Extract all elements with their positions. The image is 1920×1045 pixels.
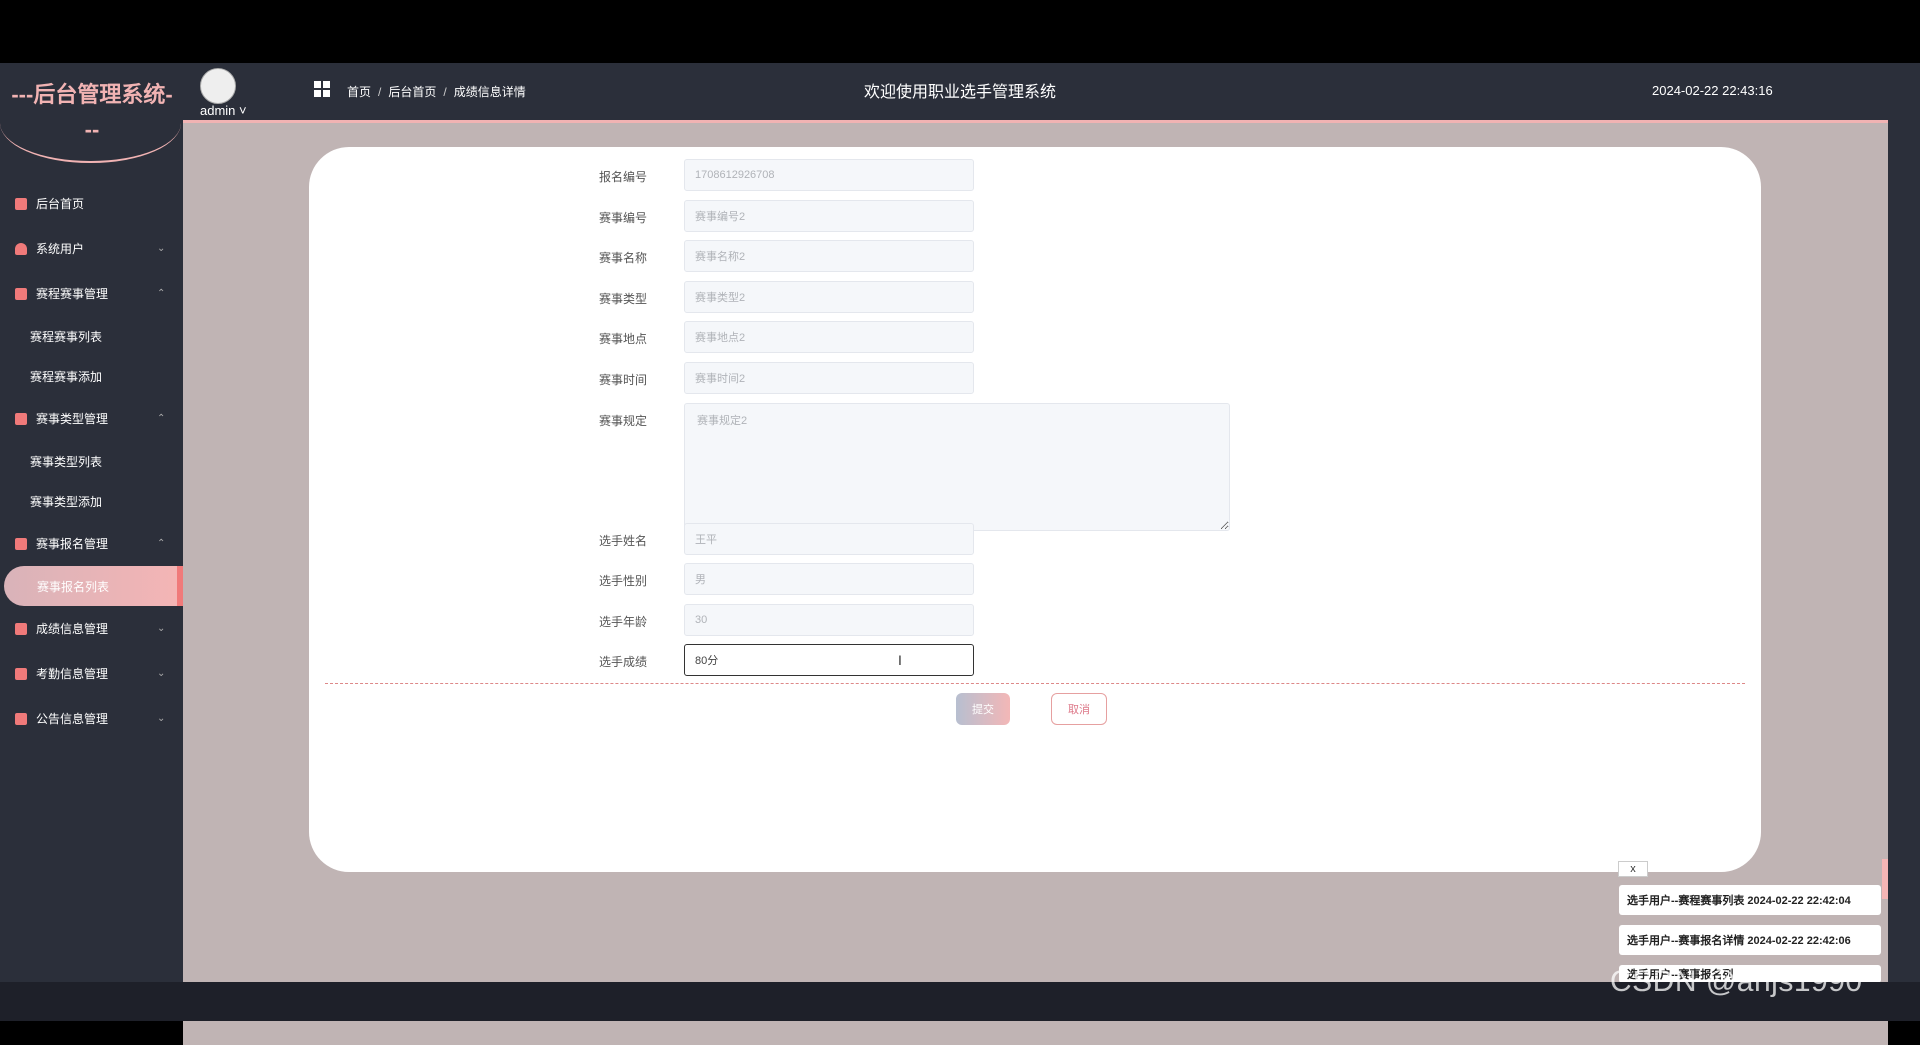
chart-icon <box>15 622 27 635</box>
event-time-input[interactable] <box>684 362 974 394</box>
sidebar-item-label: 系统用户 <box>36 242 85 256</box>
logo-text: ---后台管理系统--- <box>11 82 173 142</box>
registration-id-input[interactable] <box>684 159 974 191</box>
field-label: 赛事名称 <box>598 251 647 265</box>
field-player-score: 选手成绩 <box>309 644 1761 676</box>
sidebar-subitem-type-list[interactable]: 赛事类型列表 <box>0 441 183 481</box>
watermark: CSDN @ahjs1990 <box>1610 965 1863 998</box>
player-score-input[interactable] <box>684 644 974 676</box>
field-label: 选手成绩 <box>598 655 647 669</box>
player-name-input[interactable] <box>684 523 974 555</box>
player-gender-input[interactable] <box>684 563 974 595</box>
sidebar-item-registration[interactable]: 赛事报名管理 ⌃ <box>0 521 183 566</box>
field-label: 赛事类型 <box>598 292 647 306</box>
sidebar-menu: 后台首页 系统用户 ⌄ 赛程赛事管理 ⌃ 赛程赛事列表 赛程赛事添加 赛事类型管… <box>0 181 183 741</box>
detail-form-card: 报名编号 赛事编号 赛事名称 赛事类型 赛事地点 赛事时间 <box>309 147 1761 872</box>
field-event-rules: 赛事规定 赛事规定2 <box>309 403 1761 531</box>
chevron-up-icon: ⌃ <box>157 288 166 299</box>
sidebar-item-label: 后台首页 <box>36 197 85 211</box>
sidebar-item-system-users[interactable]: 系统用户 ⌄ <box>0 226 183 271</box>
player-age-input[interactable] <box>684 604 974 636</box>
event-location-input[interactable] <box>684 321 974 353</box>
breadcrumb-current: 成绩信息详情 <box>453 85 526 99</box>
event-id-input[interactable] <box>684 200 974 232</box>
sidebar-subitem-type-add[interactable]: 赛事类型添加 <box>0 481 183 521</box>
field-player-age: 选手年龄 <box>309 604 1761 636</box>
sidebar-subitem-schedule-add[interactable]: 赛程赛事添加 <box>0 356 183 396</box>
sidebar-item-scores[interactable]: 成绩信息管理 ⌄ <box>0 606 183 651</box>
field-label: 赛事规定 <box>598 414 647 428</box>
breadcrumb-dashboard[interactable]: 后台首页 <box>388 85 436 99</box>
field-player-name: 选手姓名 <box>309 523 1761 555</box>
sidebar-item-schedule[interactable]: 赛程赛事管理 ⌃ <box>0 271 183 316</box>
notification-scroll-edge <box>1882 859 1888 899</box>
user-icon <box>15 242 27 255</box>
event-type-input[interactable] <box>684 281 974 313</box>
user-menu[interactable]: admin ˅ <box>200 103 247 118</box>
chart-icon <box>15 667 27 680</box>
form-divider <box>325 683 1745 684</box>
notification-item[interactable]: 选手用户--赛事报名详情 2024-02-22 22:42:06 <box>1619 925 1881 955</box>
sidebar-item-home[interactable]: 后台首页 <box>0 181 183 226</box>
notification-close-button[interactable]: x <box>1618 861 1648 877</box>
event-name-input[interactable] <box>684 240 974 272</box>
cancel-button[interactable]: 取消 <box>1051 693 1107 725</box>
sidebar-item-label: 赛程赛事管理 <box>36 287 109 301</box>
breadcrumb-home[interactable]: 首页 <box>347 85 371 99</box>
field-registration-id: 报名编号 <box>309 159 1761 191</box>
chart-icon <box>15 287 27 300</box>
chevron-down-icon: ˅ <box>235 103 247 118</box>
field-event-type: 赛事类型 <box>309 281 1761 313</box>
event-rules-textarea[interactable]: 赛事规定2 <box>684 403 1230 531</box>
sidebar-subitem-schedule-list[interactable]: 赛程赛事列表 <box>0 316 183 356</box>
chevron-down-icon: ⌄ <box>157 243 166 254</box>
chevron-up-icon: ⌃ <box>157 538 166 549</box>
sidebar-item-label: 公告信息管理 <box>36 712 109 726</box>
datetime: 2024-02-22 22:43:16 <box>1652 83 1773 98</box>
field-label: 赛事时间 <box>598 373 647 387</box>
sidebar-item-label: 赛事报名管理 <box>36 537 109 551</box>
field-label: 选手性别 <box>598 574 647 588</box>
chart-icon <box>15 412 27 425</box>
submit-button[interactable]: 提交 <box>956 693 1010 725</box>
username: admin <box>200 103 236 118</box>
sidebar-item-label: 考勤信息管理 <box>36 667 109 681</box>
sidebar-item-event-type[interactable]: 赛事类型管理 ⌃ <box>0 396 183 441</box>
chevron-down-icon: ⌄ <box>157 668 166 679</box>
notification-item[interactable]: 选手用户--赛程赛事列表 2024-02-22 22:42:04 <box>1619 885 1881 915</box>
monitor-icon <box>15 197 27 210</box>
field-event-time: 赛事时间 <box>309 362 1761 394</box>
field-label: 报名编号 <box>598 170 647 184</box>
app-root: ---后台管理系统--- 后台首页 系统用户 ⌄ 赛程赛事管理 ⌃ 赛程赛事列表… <box>0 63 1920 1045</box>
text-cursor-icon: I <box>898 652 902 668</box>
logo: ---后台管理系统--- <box>0 63 183 163</box>
chart-icon <box>15 712 27 725</box>
sidebar-item-label: 赛事类型管理 <box>36 412 109 426</box>
sidebar-item-notices[interactable]: 公告信息管理 ⌄ <box>0 696 183 741</box>
grid-menu-icon[interactable] <box>314 81 330 97</box>
sidebar: ---后台管理系统--- 后台首页 系统用户 ⌄ 赛程赛事管理 ⌃ 赛程赛事列表… <box>0 63 183 1021</box>
sidebar-item-label: 成绩信息管理 <box>36 622 109 636</box>
chevron-down-icon: ⌄ <box>157 623 166 634</box>
field-label: 赛事地点 <box>598 332 647 346</box>
field-event-id: 赛事编号 <box>309 200 1761 232</box>
chevron-down-icon: ⌄ <box>157 713 166 724</box>
field-event-location: 赛事地点 <box>309 321 1761 353</box>
field-event-name: 赛事名称 <box>309 240 1761 272</box>
field-label: 赛事编号 <box>598 211 647 225</box>
breadcrumb: 首页 / 后台首页 / 成绩信息详情 <box>347 85 526 99</box>
field-label: 选手姓名 <box>598 534 647 548</box>
chevron-up-icon: ⌃ <box>157 413 166 424</box>
avatar[interactable] <box>200 68 236 104</box>
field-player-gender: 选手性别 <box>309 563 1761 595</box>
field-label: 选手年龄 <box>598 615 647 629</box>
sidebar-subitem-registration-list[interactable]: 赛事报名列表 <box>4 566 183 606</box>
chart-icon <box>15 537 27 550</box>
sidebar-item-attendance[interactable]: 考勤信息管理 ⌄ <box>0 651 183 696</box>
